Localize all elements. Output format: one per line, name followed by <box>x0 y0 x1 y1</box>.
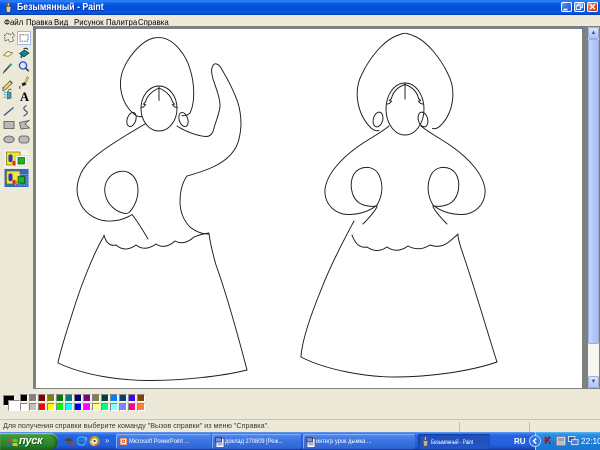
svg-text:A: A <box>20 90 29 104</box>
